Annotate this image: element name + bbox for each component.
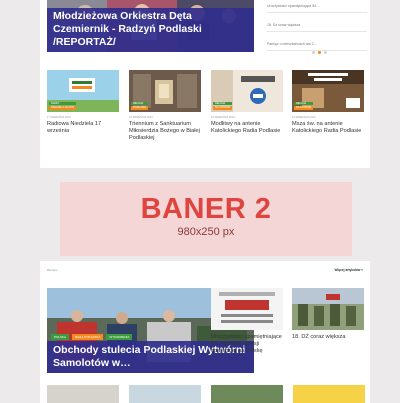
card-tags: RADIO NIEDZIELA NA WSI xyxy=(49,101,77,110)
article-thumbnail: RELIGIA PODLASIE xyxy=(129,70,201,112)
top-news-panel: KOLEJNE KORESPONDENCJE RADIOWEOBCY NA OK… xyxy=(40,0,370,168)
article-title[interactable]: Msza św. na antenie Katolickiego Radia P… xyxy=(292,121,364,135)
slider-dot[interactable] xyxy=(324,51,327,54)
article-thumbnail: RADIO NIEDZIELA NA WSI xyxy=(47,70,119,112)
article-title[interactable]: Radiowa Niedziela 17 września xyxy=(47,121,119,135)
card-tags: RELIGIA NA ANTENIE xyxy=(294,101,314,110)
tag[interactable]: NA ANTENIE xyxy=(213,106,233,110)
side-article-link[interactable]: 18. Dż coraz większa xyxy=(267,19,367,32)
page: KOLEJNE KORESPONDENCJE RADIOWEOBCY NA OK… xyxy=(0,0,400,403)
article-title[interactable]: Uroczystości upamiętniające 84. rocznicę… xyxy=(211,334,283,355)
card-tags: RELIGIA PODLASIE xyxy=(131,101,148,110)
tag[interactable]: RELIGIA xyxy=(131,101,148,106)
tag[interactable]: RELIGIA xyxy=(213,101,233,106)
section-label: Bieżące xyxy=(47,268,58,272)
article-title[interactable]: Triennium z Sanktuarium Miłosierdzia Boż… xyxy=(129,121,201,142)
tag[interactable]: RELIGIA xyxy=(294,101,314,106)
banner-size: 980x250 px xyxy=(177,226,235,238)
tag[interactable]: NIEDZIELA NA WSI xyxy=(49,106,77,110)
tag[interactable]: RADIO xyxy=(49,101,77,106)
featured-tags: POLSKA BIAŁA PODLASKA WYDARZENIA xyxy=(51,334,133,340)
soldiers-photo-image xyxy=(292,288,364,330)
article-thumbnail: RELIGIA NA ANTENIE xyxy=(211,70,283,112)
tag[interactable]: PODLASIE xyxy=(131,106,148,110)
slider-dot[interactable] xyxy=(312,51,315,54)
article-date: 17 WRZEŚNIA 2023 xyxy=(47,116,71,119)
article-card[interactable]: RELIGIA PODLASIE 16 WRZEŚNIA 2023 Trienn… xyxy=(129,70,201,142)
article-date: 16 WRZEŚNIA 2023 xyxy=(292,116,316,119)
tag[interactable]: BIAŁA PODLASKA xyxy=(72,334,104,340)
next-row-thumbnails[interactable] xyxy=(47,385,365,403)
article-date: 16 WRZEŚNIA 2023 xyxy=(211,116,235,119)
article-card[interactable]: Uroczystości upamiętniające 84. rocznicę… xyxy=(211,288,283,355)
article-thumbnail xyxy=(292,288,364,330)
ad-banner-placeholder[interactable]: BANER 2 980x250 px xyxy=(60,182,352,256)
memorial-poster-image xyxy=(211,288,283,330)
article-thumbnail xyxy=(211,288,283,330)
article-card[interactable]: RELIGIA NA ANTENIE 16 WRZEŚNIA 2023 Modl… xyxy=(211,70,283,135)
banner-title: BANER 2 xyxy=(140,193,272,225)
article-date: 16 WRZEŚNIA 2023 xyxy=(129,116,153,119)
tag[interactable]: WYDARZENIA xyxy=(106,334,133,340)
slider-dots xyxy=(312,51,327,54)
more-articles-link[interactable]: Więcej artykułów » xyxy=(335,268,364,272)
side-article-link[interactable]: Pamięć o mieszkańcach wsi 2… xyxy=(267,38,367,51)
article-card[interactable]: 18. DŻ coraz większa xyxy=(292,288,364,341)
article-card[interactable]: RELIGIA NA ANTENIE 16 WRZEŚNIA 2023 Msza… xyxy=(292,70,364,135)
article-thumbnail: RELIGIA NA ANTENIE xyxy=(292,70,364,112)
tag[interactable]: POLSKA xyxy=(51,334,70,340)
article-title[interactable]: Modlitwy na antenie Katolickiego Radia P… xyxy=(211,121,283,135)
tag[interactable]: NA ANTENIE xyxy=(294,106,314,110)
featured-article-title[interactable]: Młodzieżowa Orkiestra Dęta Czemiernik - … xyxy=(47,8,254,52)
slider-dot-active[interactable] xyxy=(318,51,321,54)
side-article-list: Uroczystości upamiętniające 84… 18. Dż c… xyxy=(267,0,367,51)
article-title[interactable]: 18. DŻ coraz większa xyxy=(292,334,364,341)
card-tags: RELIGIA NA ANTENIE xyxy=(213,101,233,110)
featured-article[interactable]: KOLEJNE KORESPONDENCJE RADIOWEOBCY NA OK… xyxy=(47,0,254,52)
article-card[interactable]: RADIO NIEDZIELA NA WSI 17 WRZEŚNIA 2023 … xyxy=(47,70,119,135)
side-article-link[interactable]: Uroczystości upamiętniające 84… xyxy=(267,0,367,13)
current-news-panel: Bieżące Więcej artykułów » POLSKA BIAŁA … xyxy=(40,261,370,403)
